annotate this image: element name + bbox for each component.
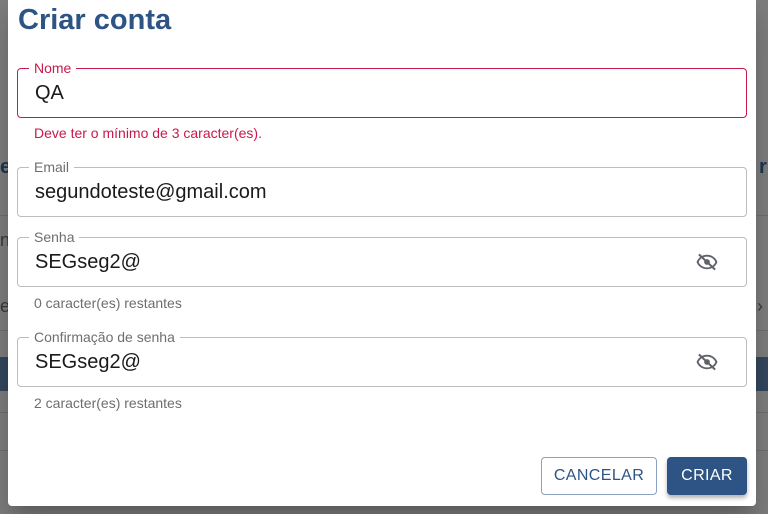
dialog-title: Criar conta bbox=[18, 4, 172, 36]
confirm-password-hint: 2 caracter(es) restantes bbox=[34, 395, 182, 411]
password-input[interactable] bbox=[35, 248, 675, 276]
eye-off-icon[interactable] bbox=[696, 253, 718, 271]
create-button[interactable]: CRIAR bbox=[667, 457, 747, 495]
eye-off-icon[interactable] bbox=[696, 353, 718, 371]
create-account-dialog: Criar conta Nome Deve ter o mínimo de 3 … bbox=[8, 0, 756, 506]
name-field-label: Nome bbox=[29, 59, 77, 77]
name-error-message: Deve ter o mínimo de 3 caracter(es). bbox=[34, 125, 262, 141]
password-field[interactable]: Senha bbox=[17, 228, 747, 287]
email-field-label: Email bbox=[29, 158, 75, 176]
confirm-password-input[interactable] bbox=[35, 348, 675, 376]
email-field[interactable]: Email bbox=[17, 158, 747, 217]
cancel-button[interactable]: CANCELAR bbox=[541, 457, 657, 495]
background-fragment: › bbox=[757, 296, 763, 316]
password-field-label: Senha bbox=[29, 228, 80, 246]
confirm-password-field-label: Confirmação de senha bbox=[29, 328, 180, 346]
confirm-password-field[interactable]: Confirmação de senha bbox=[17, 328, 747, 387]
password-hint: 0 caracter(es) restantes bbox=[34, 295, 182, 311]
name-input[interactable] bbox=[35, 79, 675, 107]
email-input[interactable] bbox=[35, 178, 675, 206]
name-field[interactable]: Nome bbox=[17, 59, 747, 118]
background-fragment: r bbox=[759, 156, 767, 178]
